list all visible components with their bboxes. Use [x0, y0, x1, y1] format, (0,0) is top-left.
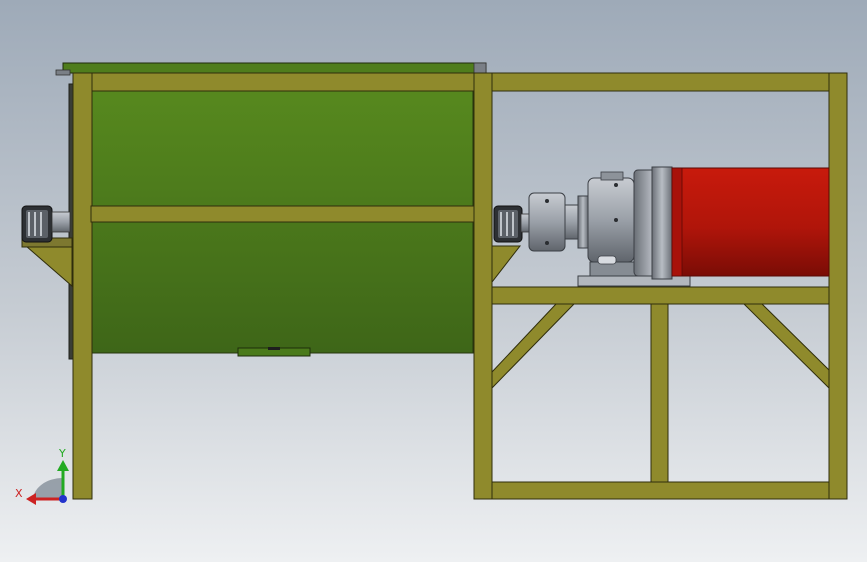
reducer-body	[587, 177, 635, 263]
reducer-top-cap	[600, 171, 624, 181]
triad-x-label: X	[15, 487, 23, 500]
reducer-bolt	[614, 183, 618, 187]
frame-leg-center	[473, 72, 493, 500]
triad-z-axis	[59, 495, 67, 503]
motor-base-plate	[577, 275, 691, 287]
frame-motor-platform	[491, 286, 830, 305]
coupling-bolt	[545, 199, 549, 203]
frame-top-rail	[72, 72, 847, 92]
reducer-bolt	[614, 218, 618, 222]
reducer-foot-slot	[597, 255, 617, 265]
frame-lower-post	[650, 303, 669, 483]
coupling-hub	[564, 204, 580, 240]
discharge-gate-handle	[268, 347, 280, 350]
triad-y-label: Y	[58, 447, 66, 460]
drum-lid	[62, 62, 487, 74]
reducer-input-collar	[577, 195, 589, 249]
left-shaft	[51, 211, 71, 233]
motor-body	[671, 167, 830, 277]
motor-collar	[671, 167, 683, 277]
coupling-bolt	[545, 241, 549, 245]
motor-gearhead-band	[651, 166, 673, 280]
frame-leg-left	[72, 72, 93, 500]
drum-lid-lip-right	[473, 62, 487, 74]
frame-leg-right	[828, 72, 848, 500]
drum-lid-lip-left	[55, 69, 71, 76]
frame-mid-rail-left	[90, 205, 475, 223]
cad-viewport[interactable]: Y X	[0, 0, 867, 562]
frame-bottom-rail	[491, 481, 830, 500]
